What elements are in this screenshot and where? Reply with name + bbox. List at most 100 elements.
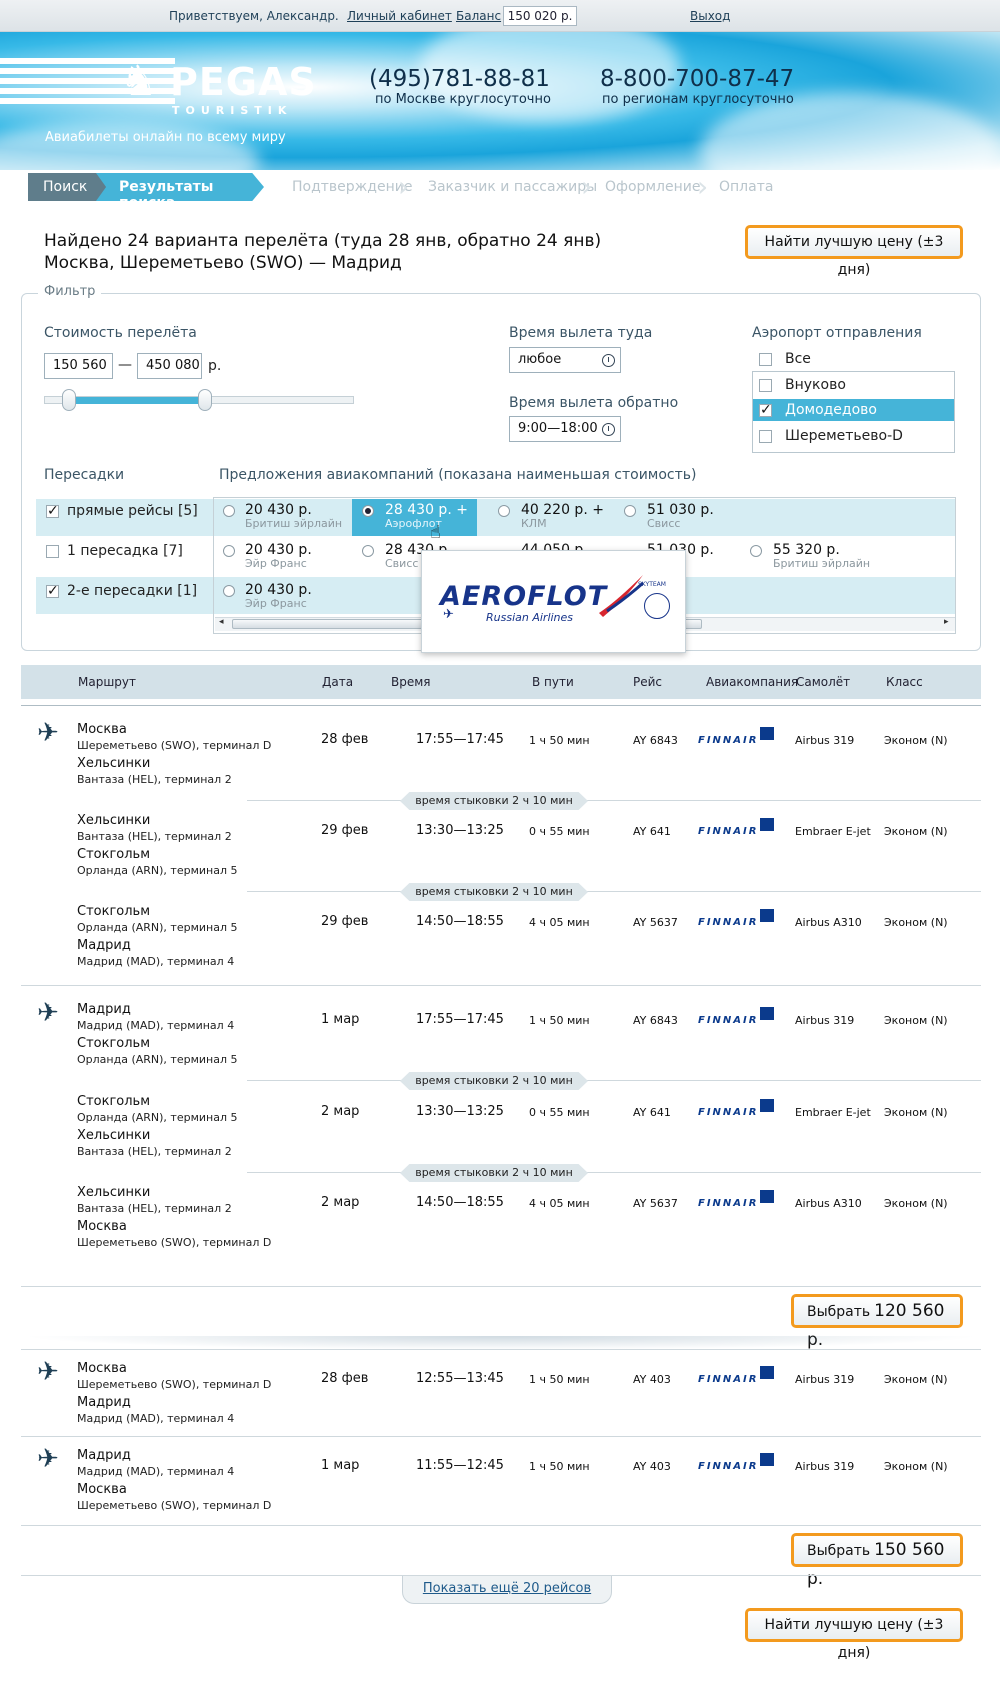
hand-cursor-icon: ☝: [430, 522, 441, 543]
stops-two-checkbox[interactable]: ✓: [46, 584, 59, 598]
col-duration: В пути: [532, 675, 574, 689]
cost-to-input[interactable]: 450 080: [137, 353, 202, 379]
offer-radio[interactable]: [223, 505, 235, 517]
phone-moscow: (495)781-88-81: [369, 66, 550, 92]
airport-sheremetyevo-label: Шереметьево-D: [785, 428, 903, 444]
finnair-flag-icon: [760, 727, 774, 740]
offer-price: 51 030 р.: [647, 502, 714, 518]
col-airline: Авиакомпания: [706, 675, 799, 689]
airport-vnukovo-checkbox[interactable]: [759, 379, 772, 392]
offer-radio[interactable]: [223, 585, 235, 597]
flight-time: 17:55—17:45: [416, 732, 504, 747]
departure-time-select[interactable]: любое: [509, 347, 621, 373]
currency-label: р.: [208, 358, 222, 374]
show-more-link[interactable]: Показать ещё 20 рейсов: [402, 1576, 612, 1604]
aeroflot-wings-icon: ✈: [443, 607, 454, 622]
step-checkout: Оформление: [605, 179, 701, 195]
aircraft: Airbus A310: [795, 916, 862, 929]
to-city: Хельсинки: [77, 756, 151, 771]
finnair-logo: FINNAIR: [698, 1374, 759, 1385]
col-route: Маршрут: [78, 675, 137, 689]
top-bar: Приветствуем, Александр. Личный кабинет …: [0, 0, 1000, 32]
fare-class: Эконом (N): [884, 1373, 948, 1386]
stops-one-label: 1 пересадка [7]: [67, 543, 183, 559]
offer-cell[interactable]: 20 430 р. Эйр Франс: [245, 582, 312, 610]
best-price-button-bottom[interactable]: Найти лучшую цену (±3 дня): [745, 1608, 963, 1661]
phone-moscow-note: по Москве круглосуточно: [375, 92, 551, 107]
offer-radio[interactable]: [362, 545, 374, 557]
logout-link[interactable]: Выход: [690, 9, 730, 23]
offer-cell[interactable]: 40 220 р. + КЛМ: [521, 502, 604, 530]
offer-cell-selected[interactable]: 28 430 р. + Аэрофлот: [385, 502, 468, 530]
scroll-right-icon[interactable]: ▸: [944, 617, 949, 627]
offer-radio[interactable]: [498, 505, 510, 517]
price-slider-min-handle[interactable]: [61, 389, 76, 411]
logo[interactable]: PEGAS: [170, 60, 317, 104]
best-price-button[interactable]: Найти лучшую цену (±3 дня): [745, 225, 963, 278]
finnair-logo: FINNAIR: [698, 735, 759, 746]
cost-label: Стоимость перелёта: [44, 325, 197, 341]
offer-radio[interactable]: [223, 545, 235, 557]
aeroflot-subtitle: Russian Airlines: [486, 611, 574, 624]
plane-icon: ✈: [37, 998, 59, 1028]
route-title: Москва, Шереметьево (SWO) — Мадрид: [44, 253, 402, 273]
cost-from-input[interactable]: 150 560: [44, 353, 113, 379]
from-airport: Орланда (ARN), терминал 5: [77, 1111, 238, 1124]
airport-all-checkbox[interactable]: [759, 353, 772, 366]
airport-sheremetyevo-checkbox[interactable]: [759, 430, 772, 443]
flight-duration: 0 ч 55 мин: [529, 1106, 590, 1119]
offer-radio-selected[interactable]: [362, 505, 374, 517]
offer-cell[interactable]: 55 320 р. Бритиш эйрлайн: [773, 542, 870, 570]
to-city: Стокгольм: [77, 1036, 151, 1051]
price-slider-range: [68, 397, 206, 404]
choose-option-2-button[interactable]: Выбрать 150 560 р.: [791, 1533, 963, 1589]
aircraft: Airbus 319: [795, 1460, 855, 1473]
step-customer: Заказчик и пассажиры: [428, 179, 598, 195]
balance-link[interactable]: Баланс: [456, 9, 501, 23]
to-city: Мадрид: [77, 1395, 131, 1410]
finnair-logo: FINNAIR: [698, 826, 759, 837]
departure-time-label: Время вылета туда: [509, 325, 653, 341]
price-slider-max-handle[interactable]: [198, 389, 213, 411]
choose-option-1-button[interactable]: Выбрать120 560 р.: [791, 1294, 963, 1350]
offer-price: 28 430 р. +: [385, 502, 468, 518]
departure-time-value: любое: [518, 352, 562, 367]
aircraft: Airbus 319: [795, 1373, 855, 1386]
to-city: Москва: [77, 1219, 127, 1234]
offer-cell[interactable]: 20 430 р. Эйр Франс: [245, 542, 312, 570]
from-airport: Шереметьево (SWO), терминал D: [77, 1378, 272, 1391]
offer-radio[interactable]: [750, 545, 762, 557]
flight-number: AY 403: [633, 1373, 671, 1386]
clock-icon: [602, 354, 615, 367]
return-time-select[interactable]: 9:00—18:00: [509, 416, 621, 442]
from-airport: Шереметьево (SWO), терминал D: [77, 739, 272, 752]
choose-label: Выбрать: [807, 1304, 871, 1320]
personal-cabinet-link[interactable]: Личный кабинет: [347, 9, 452, 23]
tagline: Авиабилеты онлайн по всему миру: [45, 130, 286, 145]
airport-vnukovo-label: Внуково: [785, 377, 846, 393]
aircraft: Airbus 319: [795, 734, 855, 747]
offer-cell[interactable]: 20 430 р. Бритиш эйрлайн: [245, 502, 342, 530]
stops-direct-checkbox[interactable]: ✓: [46, 504, 59, 518]
skyteam-badge-icon: [644, 593, 670, 619]
from-airport: Вантаза (HEL), терминал 2: [77, 830, 232, 843]
clock-icon: [602, 423, 615, 436]
col-class: Класс: [886, 675, 923, 689]
fare-class: Эконом (N): [884, 825, 948, 838]
offer-airline: Бритиш эйрлайн: [245, 517, 343, 530]
flight-duration: 0 ч 55 мин: [529, 825, 590, 838]
offer-radio[interactable]: [624, 505, 636, 517]
phone-regions-note: по регионам круглосуточно: [602, 92, 794, 107]
from-city: Стокгольм: [77, 904, 151, 919]
to-city: Мадрид: [77, 938, 131, 953]
flight-duration: 1 ч 50 мин: [529, 1460, 590, 1473]
stops-one-checkbox[interactable]: [46, 545, 59, 558]
step-label: Результаты поиска: [119, 179, 214, 211]
step-results[interactable]: Результаты поиска: [96, 173, 264, 201]
airport-domodedovo-checkbox[interactable]: ✓: [759, 403, 772, 417]
offer-airline: Эйр Франс: [245, 557, 307, 570]
stops-two-label: 2-е пересадки [1]: [67, 583, 198, 599]
offer-cell[interactable]: 51 030 р. Свисс: [647, 502, 714, 530]
cost-dash: —: [118, 357, 132, 373]
scroll-left-icon[interactable]: ◂: [219, 617, 224, 627]
